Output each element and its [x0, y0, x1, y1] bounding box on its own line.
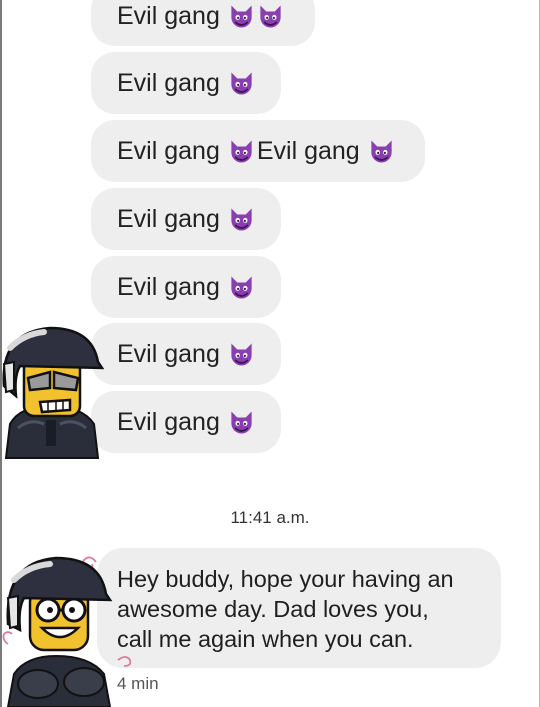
message-text: Evil gang: [117, 205, 220, 233]
message-bubble[interactable]: Evil gang Evil gang: [91, 120, 425, 182]
smiling-imp-icon: [228, 274, 255, 301]
message-bubble[interactable]: Evil gang: [91, 52, 281, 114]
smiling-imp-icon: [228, 341, 255, 368]
smiling-imp-icon: [228, 3, 255, 30]
message-bubble[interactable]: Evil gang: [91, 323, 281, 385]
smiling-imp-icon: [228, 409, 255, 436]
smiling-imp-icon: [228, 206, 255, 233]
message-text: Evil gang: [256, 137, 360, 165]
message-text: Evil gang: [117, 137, 220, 165]
message-bubble[interactable]: Hey buddy, hope your having an awesome d…: [97, 548, 501, 668]
smiling-imp-icon: [228, 138, 255, 165]
message-line: Hey buddy, hope your having an: [117, 566, 454, 592]
message-line: awesome day. Dad loves you,: [117, 596, 429, 622]
message-text: Evil gang: [117, 2, 220, 30]
message-line: call me again when you can.: [117, 626, 414, 652]
smiling-imp-icon: [257, 3, 284, 30]
message-bubble[interactable]: Evil gang: [91, 391, 281, 453]
message-bubble[interactable]: Evil gang: [91, 0, 315, 46]
message-text: Evil gang: [117, 273, 220, 301]
message-text: Evil gang: [117, 408, 220, 436]
avatar-angry-sunglasses-icon[interactable]: [0, 320, 104, 460]
message-text: Evil gang: [117, 69, 220, 97]
message-bubble[interactable]: Evil gang: [91, 256, 281, 318]
message-bubble[interactable]: Evil gang: [91, 188, 281, 250]
timestamp: 11:41 a.m.: [230, 508, 310, 527]
message-text: Evil gang: [117, 340, 220, 368]
avatar-happy-glasses-icon[interactable]: [0, 548, 134, 707]
smiling-imp-icon: [228, 70, 255, 97]
smiling-imp-icon: [368, 138, 395, 165]
